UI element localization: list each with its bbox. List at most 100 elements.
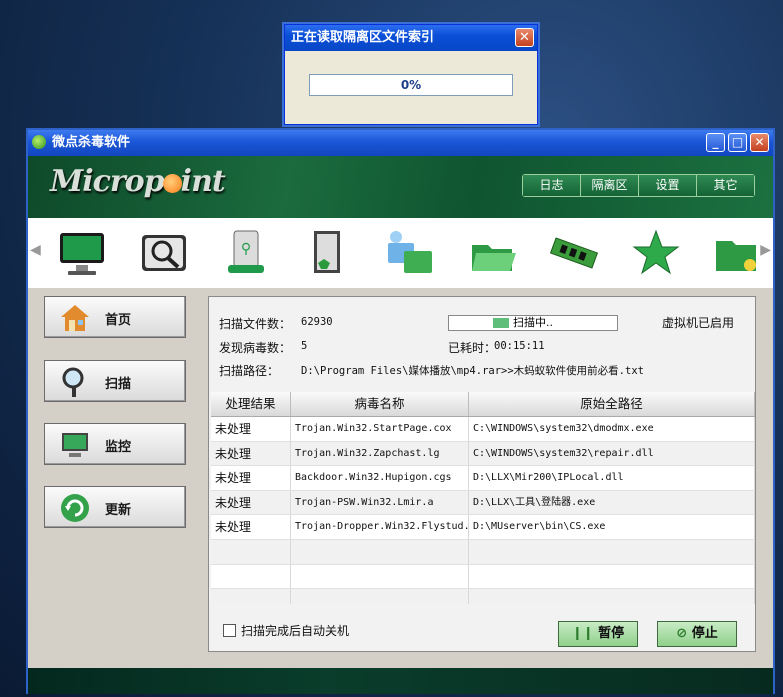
cell-virus-name: Trojan.Win32.StartPage.cox	[291, 417, 469, 441]
dialog-progress-bar: 0%	[309, 74, 513, 96]
cell-path: C:\WINDOWS\system32\dmodmx.exe	[469, 417, 755, 441]
dialog-progress-text: 0%	[400, 78, 422, 92]
cell-path: D:\LLX\工具\登陆器.exe	[469, 490, 755, 515]
status-strip	[28, 668, 773, 694]
sidebar-item-label: 监控	[105, 440, 132, 455]
magnifier-icon	[62, 367, 84, 397]
usb-drive-icon[interactable]: ⚲	[218, 225, 274, 281]
monitor-icon[interactable]	[54, 225, 110, 281]
col-result[interactable]: 处理结果	[211, 392, 291, 416]
sidebar-item-monitor[interactable]: 监控	[44, 423, 186, 465]
table-row[interactable]: 未处理 Backdoor.Win32.Hupigon.cgs D:\LLX\Mir2…	[211, 466, 755, 491]
cell-path	[469, 539, 755, 564]
content-area: 首页 扫描 监控 更新 扫描文件数： 62930 扫描中.. 虚拟机已启用 发现…	[28, 288, 773, 668]
table-header: 处理结果 病毒名称 原始全路径	[211, 392, 755, 417]
sidebar-item-home[interactable]: 首页	[44, 296, 186, 338]
top-nav: 日志 隔离区 设置 其它	[522, 174, 755, 197]
nav-settings[interactable]: 设置	[639, 175, 697, 196]
star-icon[interactable]	[628, 225, 684, 281]
col-path[interactable]: 原始全路径	[469, 392, 755, 416]
sidebar-item-update[interactable]: 更新	[44, 486, 186, 528]
scan-panel: 扫描文件数： 62930 扫描中.. 虚拟机已启用 发现病毒数： 5 已耗时： …	[208, 296, 756, 652]
virus-found-value: 5	[301, 340, 308, 352]
app-icon	[32, 135, 46, 149]
stop-button[interactable]: ⊘ 停止	[657, 621, 737, 647]
virus-table: 处理结果 病毒名称 原始全路径 未处理 Trojan.Win32.StartPag…	[211, 392, 755, 604]
cell-virus-name: Backdoor.Win32.Hupigon.cgs	[291, 466, 469, 490]
refresh-icon	[61, 494, 89, 522]
open-folder-icon[interactable]	[464, 225, 520, 281]
cell-path: C:\WINDOWS\system32\repair.dll	[469, 441, 755, 466]
window-title: 微点杀毒软件	[52, 135, 131, 150]
pause-icon: ❙❙	[571, 626, 594, 641]
stop-icon: ⊘	[676, 626, 688, 641]
memory-chip-icon[interactable]	[546, 225, 602, 281]
auto-shutdown-label: 扫描完成后自动关机	[241, 624, 350, 638]
table-row[interactable]	[211, 589, 755, 604]
cell-result: 未处理	[211, 515, 291, 539]
cell-virus-name: Trojan-PSW.Win32.Lmir.a	[291, 490, 469, 515]
door-exit-icon[interactable]	[300, 225, 356, 281]
col-virus-name[interactable]: 病毒名称	[291, 392, 469, 416]
logo-dot-icon	[162, 173, 182, 193]
star-folder-icon[interactable]	[708, 225, 764, 281]
table-row[interactable]: 未处理 Trojan.Win32.Zapchast.lg C:\WINDOWS\sy…	[211, 441, 755, 467]
pause-button[interactable]: ❙❙ 暂停	[558, 621, 638, 647]
cell-virus-name: Trojan-Dropper.Win32.Flystud.	[291, 515, 469, 539]
scan-path-label: 扫描路径：	[219, 364, 280, 378]
auto-shutdown-checkbox[interactable]: 扫描完成后自动关机	[223, 622, 349, 639]
home-icon	[61, 305, 89, 331]
cell-path: D:\MUserver\bin\CS.exe	[469, 515, 755, 539]
scan-path-value: D:\Program Files\媒体播放\mp4.rar>>木蚂蚁软件使用前必…	[301, 365, 644, 377]
dialog-close-button[interactable]: ✕	[515, 28, 534, 47]
cell-path: D:\LLX\Mir200\IPLocal.dll	[469, 466, 755, 490]
virus-found-label: 发现病毒数：	[219, 341, 292, 355]
cell-result: 未处理	[211, 466, 291, 490]
sidebar-item-label: 首页	[105, 313, 132, 328]
sidebar-item-scan[interactable]: 扫描	[44, 360, 186, 402]
files-scanned-label: 扫描文件数：	[219, 317, 292, 331]
window-title-bar[interactable]: 微点杀毒软件 _ □ ✕	[28, 130, 773, 156]
maximize-button[interactable]: □	[728, 133, 747, 152]
files-scanned-value: 62930	[301, 316, 333, 328]
search-drive-icon[interactable]	[136, 225, 192, 281]
progress-dialog: 正在读取隔离区文件索引 ✕ 0%	[284, 24, 538, 125]
cell-result	[211, 564, 291, 589]
vm-status: 虚拟机已启用	[662, 316, 735, 330]
table-row[interactable]: 未处理 Trojan-Dropper.Win32.Flystud. D:\MUser…	[211, 515, 755, 540]
elapsed-value: 00:15:11	[494, 340, 545, 352]
cell-path	[469, 589, 755, 604]
table-row[interactable]	[211, 539, 755, 565]
cell-virus-name	[291, 589, 469, 604]
window-close-button[interactable]: ✕	[750, 133, 769, 152]
cell-virus-name: Trojan.Win32.Zapchast.lg	[291, 441, 469, 466]
table-row[interactable]: 未处理 Trojan-PSW.Win32.Lmir.a D:\LLX\工具\登陆器.…	[211, 490, 755, 516]
sidebar-item-label: 更新	[105, 503, 132, 518]
cell-result: 未处理	[211, 490, 291, 515]
network-folder-icon[interactable]	[382, 225, 438, 281]
monitor-icon	[62, 433, 88, 457]
table-row[interactable]	[211, 564, 755, 590]
nav-quarantine[interactable]: 隔离区	[581, 175, 639, 196]
cell-result: 未处理	[211, 441, 291, 466]
table-row[interactable]: 未处理 Trojan.Win32.StartPage.cox C:\WINDOWS\…	[211, 417, 755, 442]
scan-progress-bar: 扫描中..	[448, 315, 618, 331]
elapsed-label: 已耗时：	[448, 341, 497, 355]
cell-result	[211, 589, 291, 604]
cell-virus-name	[291, 539, 469, 564]
cell-virus-name	[291, 564, 469, 589]
scroll-left-icon[interactable]: ◀	[30, 242, 41, 258]
scan-status-text: 扫描中..	[513, 316, 553, 329]
cell-result	[211, 539, 291, 564]
sidebar-item-label: 扫描	[105, 377, 132, 392]
micropoint-logo: Microp int	[50, 164, 226, 199]
app-header: Microp int 日志 隔离区 设置 其它	[28, 156, 773, 218]
main-window: 微点杀毒软件 _ □ ✕ Microp int 日志 隔离区 设置 其它 ◀ ▶ …	[26, 128, 775, 694]
minimize-button[interactable]: _	[706, 133, 725, 152]
cell-path	[469, 564, 755, 589]
tool-icon-bar: ◀ ▶ ⚲	[28, 218, 773, 290]
nav-log[interactable]: 日志	[523, 175, 581, 196]
dialog-title-bar[interactable]: 正在读取隔离区文件索引 ✕	[285, 25, 537, 51]
nav-other[interactable]: 其它	[697, 175, 754, 196]
cell-result: 未处理	[211, 417, 291, 441]
